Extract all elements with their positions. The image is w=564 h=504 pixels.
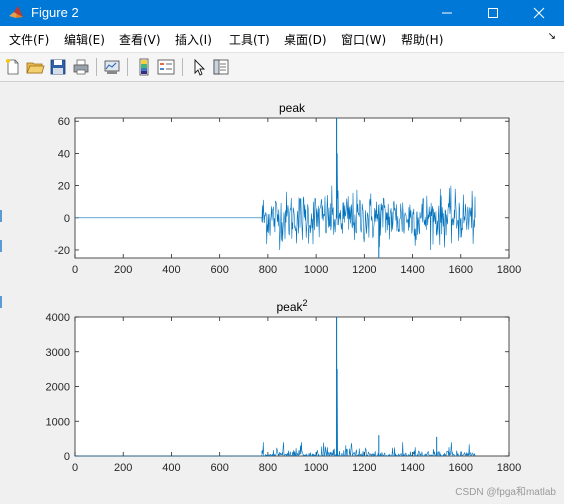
y-tick-label: 0 [64,213,70,225]
x-tick-label: 0 [72,462,78,474]
y-tick-label: 4000 [46,312,70,324]
close-icon [533,7,545,19]
link-plot-icon [104,60,120,74]
x-tick-label: 200 [114,264,132,276]
x-tick-label: 1000 [304,264,328,276]
y-tick-label: 1000 [46,416,70,428]
watermark: CSDN @fpga和matlab [455,487,556,498]
link-plot-button[interactable] [102,57,122,77]
x-tick-label: 400 [162,462,180,474]
y-tick-label: 20 [58,181,70,193]
new-figure-icon [6,59,19,75]
menu-tools[interactable]: 工具(T) [229,31,270,48]
x-tick-label: 1800 [497,264,521,276]
print-icon [73,59,89,75]
figure-plots: peak0 200 400 600 800 1000 1200 1400 1600 1800-20… [46,101,522,474]
y-tick-label: 3000 [46,347,70,359]
x-tick-label: 1400 [400,462,424,474]
maximize-icon [488,8,498,18]
y-tick-label: 40 [58,148,70,160]
x-tick-label: 600 [210,264,228,276]
edit-plot-arrow-icon [194,58,206,76]
x-tick-label: 400 [162,264,180,276]
window-title: Figure 2 [31,5,79,20]
save-button[interactable] [48,57,68,77]
matlab-app-icon [8,5,24,21]
menu-window[interactable]: 窗口(W) [341,31,386,48]
insert-colorbar-button[interactable] [134,57,154,77]
property-inspector-icon [213,59,229,75]
x-tick-label: 1600 [449,462,473,474]
print-button[interactable] [71,57,91,77]
y-tick-label: 2000 [46,382,70,394]
x-tick-label: 800 [259,264,277,276]
x-tick-label: 600 [210,462,228,474]
minimize-icon [442,12,452,14]
minimize-button[interactable] [424,0,470,26]
property-inspector-button[interactable] [211,57,231,77]
x-tick-label: 1800 [497,462,521,474]
toolbar-separator [127,58,128,76]
x-tick-label: 1000 [304,462,328,474]
x-tick-label: 0 [72,264,78,276]
maximize-button[interactable] [470,0,516,26]
figure-toolbar [0,53,564,82]
open-file-button[interactable] [25,57,45,77]
window-titlebar[interactable]: Figure 2 [0,0,564,26]
menu-file[interactable]: 文件(F) [9,31,49,48]
open-file-icon [26,62,45,74]
axes-title: peak [279,101,306,115]
x-tick-label: 1200 [352,264,376,276]
axes-box [74,316,510,457]
y-tick-label: 0 [64,451,70,463]
dock-arrow-icon[interactable]: ↘ [548,31,556,42]
insert-legend-button[interactable] [156,57,176,77]
toolbar-separator [96,58,97,76]
save-icon [50,59,66,75]
y-tick-label: 60 [58,116,70,128]
menu-help[interactable]: 帮助(H) [401,31,443,48]
x-tick-label: 1200 [352,462,376,474]
x-tick-label: 200 [114,462,132,474]
insert-colorbar-icon [139,58,149,76]
menu-insert[interactable]: 插入(I) [175,31,212,48]
new-figure-button[interactable] [3,57,23,77]
toolbar-separator [182,58,183,76]
edit-plot-button[interactable] [189,57,209,77]
menu-view[interactable]: 查看(V) [119,31,161,48]
menu-desktop[interactable]: 桌面(D) [284,31,327,48]
x-tick-label: 800 [259,462,277,474]
axes-title: peak2 [276,298,307,314]
x-tick-label: 1400 [400,264,424,276]
close-button[interactable] [516,0,562,26]
axes-title-superscript: 2 [303,298,308,308]
menu-edit[interactable]: 编辑(E) [64,31,105,48]
x-tick-label: 1600 [449,264,473,276]
menu-bar: 文件(F) 编辑(E) 查看(V) 插入(I) 工具(T) 桌面(D) 窗口(W… [0,26,564,53]
y-tick-label: -20 [54,245,70,257]
insert-legend-icon [157,59,175,75]
